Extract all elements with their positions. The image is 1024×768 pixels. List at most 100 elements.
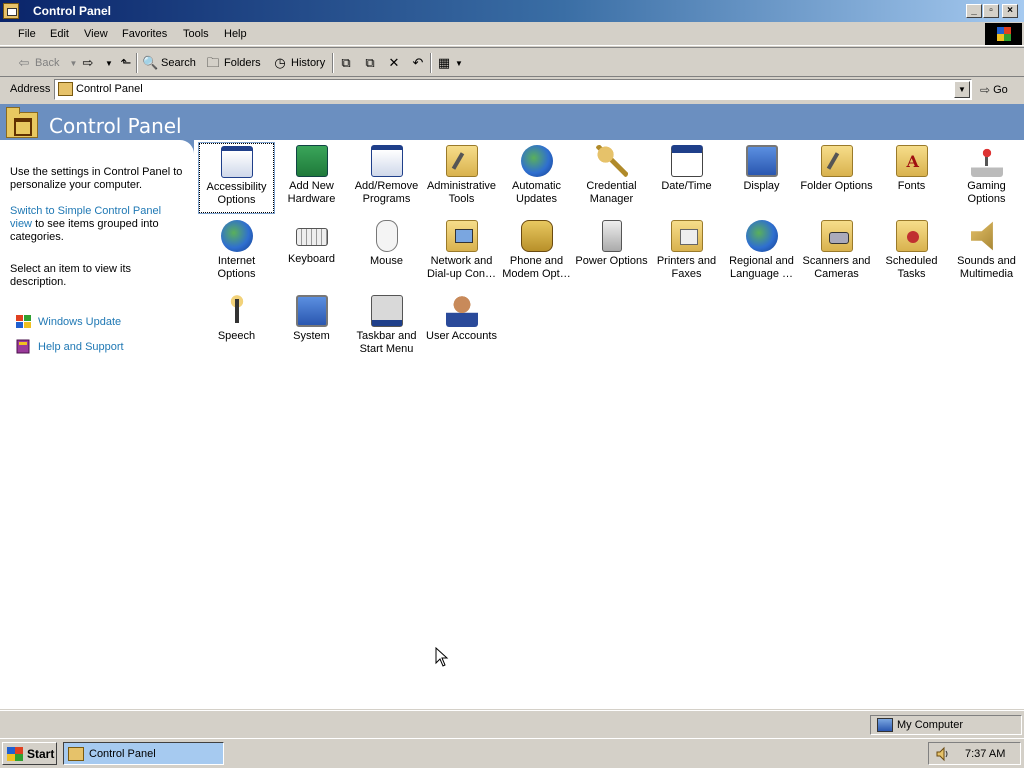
help-and-support-link[interactable]: Help and Support [15, 339, 124, 354]
toolbar-separator [332, 53, 334, 73]
printer-icon [670, 220, 703, 252]
item-user-accounts[interactable]: User Accounts [424, 293, 499, 363]
item-internet-options[interactable]: Internet Options [199, 218, 274, 288]
delete-button[interactable]: ✕ [386, 55, 405, 71]
undo-icon: ↶ [412, 55, 424, 70]
forward-button[interactable]: ⇨ ▼ [80, 55, 113, 71]
toolbar-separator [430, 53, 432, 73]
folders-button[interactable]: 🗀 Folders [205, 55, 260, 71]
copy-to-button[interactable]: ⧉ [362, 55, 381, 71]
item-date-time[interactable]: Date/Time [649, 143, 724, 213]
back-dropdown-icon[interactable]: ▼ [69, 59, 77, 68]
item-printers-faxes[interactable]: Printers and Faxes [649, 218, 724, 288]
my-computer-icon [877, 718, 893, 732]
item-administrative-tools[interactable]: Administrative Tools [424, 143, 499, 213]
mouse-icon [375, 220, 398, 252]
menu-help[interactable]: Help [224, 28, 247, 40]
minimize-button[interactable]: _ [966, 4, 982, 18]
item-phone-modem[interactable]: Phone and Modem Opt… [499, 218, 574, 288]
item-keyboard[interactable]: Keyboard [274, 218, 349, 288]
display-icon [745, 145, 778, 177]
search-button[interactable]: 🔍 Search [142, 55, 196, 71]
speaker-icon [970, 221, 993, 251]
maximize-button[interactable]: ▫ [983, 4, 999, 18]
title-bar[interactable]: Control Panel _ ▫ × [0, 0, 1024, 22]
item-gaming-options[interactable]: Gaming Options [949, 143, 1024, 213]
users-icon [445, 295, 478, 327]
header-banner: Control Panel [0, 104, 1024, 140]
menu-edit[interactable]: Edit [50, 28, 69, 40]
updates-icon [520, 145, 553, 177]
item-add-remove-programs[interactable]: Add/Remove Programs [349, 143, 424, 213]
item-taskbar-start-menu[interactable]: Taskbar and Start Menu [349, 293, 424, 363]
item-accessibility-options[interactable]: Accessibility Options [198, 142, 275, 214]
move-to-button[interactable]: ⧉ [338, 55, 357, 71]
start-button[interactable]: Start [2, 742, 57, 765]
joystick-icon [970, 145, 1003, 177]
item-credential-manager[interactable]: Credential Manager [574, 143, 649, 213]
menu-file[interactable]: File [18, 28, 36, 40]
views-dropdown-icon[interactable]: ▼ [455, 59, 463, 68]
menu-favorites[interactable]: Favorites [122, 28, 167, 40]
windows-update-link[interactable]: Windows Update [15, 314, 121, 329]
item-network-connections[interactable]: Network and Dial-up Con… [424, 218, 499, 288]
item-folder-options[interactable]: Folder Options [799, 143, 874, 213]
up-folder-icon: ⬑ [120, 55, 132, 70]
tasks-icon [895, 220, 928, 252]
forward-dropdown-icon[interactable]: ▼ [105, 59, 113, 68]
sidebar-curve [180, 140, 194, 154]
views-button[interactable]: ▦ ▼ [436, 55, 463, 71]
item-regional-language[interactable]: Regional and Language … [724, 218, 799, 288]
item-fonts[interactable]: Fonts [874, 143, 949, 213]
clock[interactable]: 7:37 AM [965, 748, 1005, 760]
phone-icon [520, 220, 553, 252]
sidebar-hint: Select an item to view its description. [10, 263, 132, 288]
sidebar-switch-text: Switch to Simple Control Panel view to s… [10, 205, 185, 244]
page-title: Control Panel [49, 114, 182, 138]
internet-icon [220, 220, 253, 252]
item-display[interactable]: Display [724, 143, 799, 213]
item-mouse[interactable]: Mouse [349, 218, 424, 288]
address-input[interactable]: Control Panel ▼ [54, 79, 972, 100]
menu-tools[interactable]: Tools [183, 28, 209, 40]
volume-icon[interactable] [935, 746, 951, 762]
item-power-options[interactable]: Power Options [574, 218, 649, 288]
up-folder-button[interactable]: ⬑ [118, 55, 137, 71]
fonts-icon [895, 145, 928, 177]
address-bar: Address Control Panel ▼ ⇨ Go [0, 78, 1024, 102]
power-icon [601, 220, 622, 252]
item-speech[interactable]: Speech [199, 293, 274, 363]
control-panel-icon [58, 82, 73, 96]
network-icon [445, 220, 478, 252]
keys-icon [595, 145, 628, 177]
taskbar: Start Control Panel 7:37 AM [0, 738, 1024, 768]
item-automatic-updates[interactable]: Automatic Updates [499, 143, 574, 213]
close-button[interactable]: × [1002, 4, 1018, 18]
camera-icon [820, 220, 853, 252]
status-zone: My Computer [870, 715, 1022, 735]
item-system[interactable]: System [274, 293, 349, 363]
item-add-new-hardware[interactable]: Add New Hardware [274, 143, 349, 213]
content-area: Control Panel Use the settings in Contro… [0, 104, 1024, 709]
go-arrow-icon: ⇨ [980, 83, 991, 97]
control-panel-icon[interactable] [3, 3, 19, 19]
programs-icon [370, 145, 403, 177]
toolbar: ⇦ Back ▼ ⇨ ▼ ⬑ 🔍 Search 🗀 Folders ◷ Hist… [0, 47, 1024, 77]
address-value[interactable]: Control Panel [76, 83, 143, 95]
microphone-icon [220, 295, 253, 327]
delete-icon: ✕ [388, 55, 400, 70]
window-title: Control Panel [33, 4, 112, 18]
taskbar-control-panel-button[interactable]: Control Panel [63, 742, 224, 765]
address-dropdown-button[interactable]: ▼ [954, 81, 970, 98]
copy-to-icon: ⧉ [365, 55, 375, 70]
menu-view[interactable]: View [84, 28, 108, 40]
undo-button[interactable]: ↶ [410, 55, 429, 71]
item-scanners-cameras[interactable]: Scanners and Cameras [799, 218, 874, 288]
item-scheduled-tasks[interactable]: Scheduled Tasks [874, 218, 949, 288]
go-button[interactable]: ⇨ Go [980, 83, 1008, 97]
back-button[interactable]: ⇦ Back ▼ [16, 55, 78, 71]
control-panel-folder-icon [6, 107, 38, 138]
item-sounds-multimedia[interactable]: Sounds and Multimedia [949, 218, 1024, 288]
history-button[interactable]: ◷ History [272, 55, 325, 71]
sidebar-intro: Use the settings in Control Panel to per… [10, 166, 183, 191]
